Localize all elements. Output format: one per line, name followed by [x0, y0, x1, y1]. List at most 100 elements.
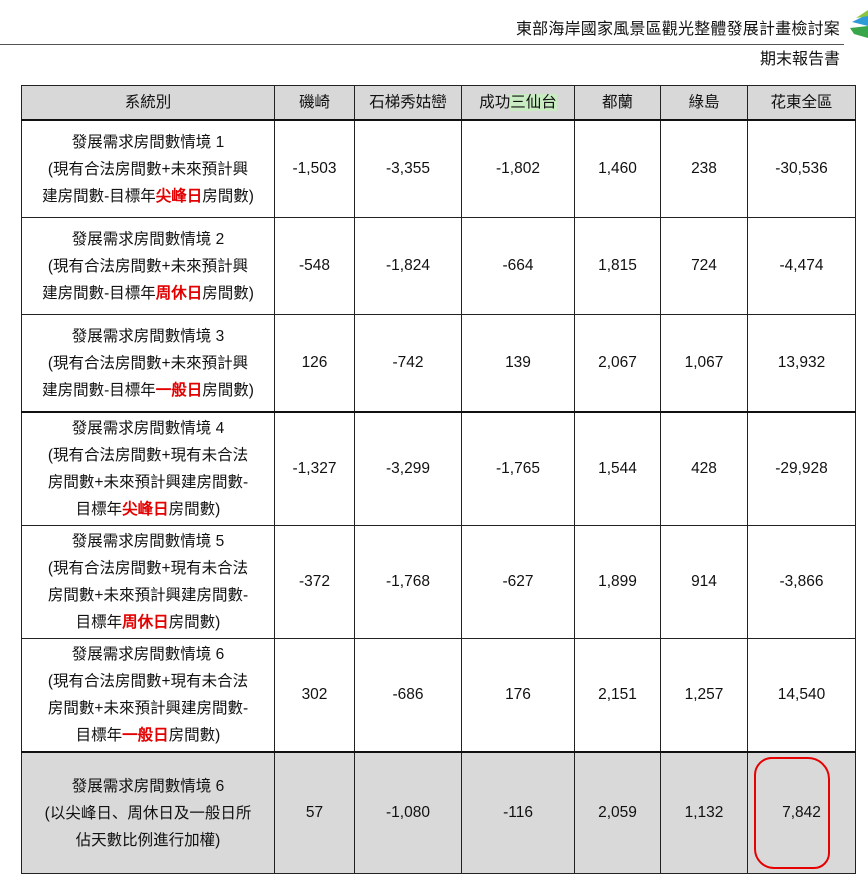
cell-value: -3,299	[354, 411, 462, 526]
table-row: 發展需求房間數情境 3 (現有合法房間數+未來預計興 建房間數-目標年一般日房間…	[21, 314, 856, 413]
document-title: 東部海岸國家風景區觀光整體發展計畫檢討案	[515, 21, 840, 38]
cell-value: 2,067	[574, 314, 661, 413]
scenario-text-post: 房間數)	[168, 501, 221, 518]
table-row-weighted: 發展需求房間數情境 6 (以尖峰日、周休日及一般日所 佔天數比例進行加權) 57…	[21, 751, 856, 874]
scenario-title: 發展需求房間數情境 5	[71, 533, 225, 550]
scenario-text-pre: 目標年	[75, 727, 123, 744]
scenario-text: 房間數+未來預計興建房間數-	[47, 587, 249, 604]
cell-value: -1,802	[461, 119, 575, 218]
cell-value: 1,132	[660, 751, 748, 874]
cell-value: 914	[660, 525, 748, 639]
cell-value: 14,540	[747, 638, 856, 753]
scenario-text: 建房間數-目標年尖峰日房間數)	[25, 183, 271, 210]
cell-value: -4,474	[747, 217, 856, 315]
cell-value: 2,059	[574, 751, 661, 874]
scenario-text-pre: 目標年	[75, 614, 123, 631]
scenario-text: 目標年周休日房間數)	[25, 609, 271, 636]
header-jiqi: 磯崎	[274, 85, 355, 121]
scenario-text-post: 房間數)	[168, 727, 221, 744]
scenario-title: 發展需求房間數情境 6	[71, 646, 225, 663]
cell-value: -742	[354, 314, 462, 413]
cell-value: 238	[660, 119, 748, 218]
cell-value: -1,824	[354, 217, 462, 315]
scenario-description: 發展需求房間數情境 3 (現有合法房間數+未來預計興 建房間數-目標年一般日房間…	[21, 314, 275, 413]
scenario-text-post: 房間數)	[202, 187, 254, 205]
cell-value: -1,327	[274, 411, 355, 526]
header-chenggong: 成功三仙台	[461, 85, 575, 121]
cell-value: 176	[461, 638, 575, 753]
scenario-text: (現有合法房間數+未來預計興	[47, 160, 249, 178]
scenario-highlight: 尖峰日	[155, 187, 203, 205]
scenario-text-pre: 建房間數-目標年	[42, 187, 156, 205]
cell-value: 139	[461, 314, 575, 413]
cell-value: -627	[461, 525, 575, 639]
scenario-text-post: 房間數)	[202, 284, 254, 302]
cell-value: 428	[660, 411, 748, 526]
scenario-text: (現有合法房間數+現有未合法	[47, 673, 249, 690]
scenario-text-pre: 建房間數-目標年	[42, 381, 156, 399]
cell-value-circled: 7,842	[747, 751, 856, 874]
scenario-highlight: 一般日	[155, 381, 203, 399]
scenario-title: 發展需求房間數情境 6	[71, 777, 225, 795]
scenario-text: (現有合法房間數+未來預計興	[47, 257, 249, 275]
cell-value: -1,765	[461, 411, 575, 526]
cell-value: -116	[461, 751, 575, 874]
scenario-text: 建房間數-目標年一般日房間數)	[25, 377, 271, 404]
scenario-title: 發展需求房間數情境 3	[71, 327, 225, 345]
scenario-description: 發展需求房間數情境 6 (以尖峰日、周休日及一般日所 佔天數比例進行加權)	[21, 751, 275, 874]
scenario-text: 房間數+未來預計興建房間數-	[47, 700, 249, 717]
cell-value: -3,355	[354, 119, 462, 218]
scenario-description: 發展需求房間數情境 6 (現有合法房間數+現有未合法 房間數+未來預計興建房間數…	[21, 638, 275, 753]
cell-value: 1,067	[660, 314, 748, 413]
cell-value: 302	[274, 638, 355, 753]
cell-value: -686	[354, 638, 462, 753]
scenario-highlight: 尖峰日	[122, 501, 169, 518]
scenario-title: 發展需求房間數情境 4	[71, 420, 225, 437]
scenario-text: (現有合法房間數+現有未合法	[47, 447, 249, 464]
scenario-text: 房間數+未來預計興建房間數-	[47, 474, 249, 491]
scenario-text: 目標年一般日房間數)	[25, 722, 271, 749]
cell-value: 1,544	[574, 411, 661, 526]
leaf-logo-icon	[850, 10, 868, 38]
cell-value: 1,899	[574, 525, 661, 639]
cell-value: 724	[660, 217, 748, 315]
scenario-description: 發展需求房間數情境 5 (現有合法房間數+現有未合法 房間數+未來預計興建房間數…	[21, 525, 275, 639]
scenario-text-post: 房間數)	[202, 381, 254, 399]
scenario-text: 佔天數比例進行加權)	[75, 831, 221, 849]
scenario-title: 發展需求房間數情境 2	[71, 230, 225, 248]
cell-value: 13,932	[747, 314, 856, 413]
cell-value: -1,503	[274, 119, 355, 218]
scenario-description: 發展需求房間數情境 2 (現有合法房間數+未來預計興 建房間數-目標年周休日房間…	[21, 217, 275, 315]
scenario-text: (現有合法房間數+未來預計興	[47, 354, 249, 372]
cell-value: 57	[274, 751, 355, 874]
table-row: 發展需求房間數情境 6 (現有合法房間數+現有未合法 房間數+未來預計興建房間數…	[21, 638, 856, 753]
scenario-text: (現有合法房間數+現有未合法	[47, 560, 249, 577]
scenario-description: 發展需求房間數情境 1 (現有合法房間數+未來預計興 建房間數-目標年尖峰日房間…	[21, 119, 275, 218]
header-all-region: 花東全區	[747, 85, 856, 121]
cell-value: 126	[274, 314, 355, 413]
scenario-highlight: 一般日	[122, 727, 169, 744]
header-chenggong-prefix: 成功	[479, 93, 511, 111]
cell-value: 1,257	[660, 638, 748, 753]
scenario-title: 發展需求房間數情境 1	[71, 133, 225, 151]
table-header-row: 系統別 磯崎 石梯秀姑巒 成功三仙台 都蘭 綠島 花東全區	[21, 85, 856, 121]
cell-value: -3,866	[747, 525, 856, 639]
cell-value: -1,768	[354, 525, 462, 639]
cell-value: 1,460	[574, 119, 661, 218]
circled-value: 7,842	[782, 804, 821, 821]
header-shiti: 石梯秀姑巒	[354, 85, 462, 121]
page-header: 東部海岸國家風景區觀光整體發展計畫檢討案 期末報告書	[0, 0, 868, 80]
cell-value: -1,080	[354, 751, 462, 874]
scenario-highlight: 周休日	[122, 614, 169, 631]
scenario-text: (以尖峰日、周休日及一般日所	[44, 804, 252, 822]
document-subtitle: 期末報告書	[759, 51, 840, 68]
header-dulan: 都蘭	[574, 85, 661, 121]
scenario-text: 目標年尖峰日房間數)	[25, 496, 271, 523]
header-divider	[0, 44, 844, 45]
header-category: 系統別	[21, 85, 275, 121]
cell-value: 2,151	[574, 638, 661, 753]
table-row: 發展需求房間數情境 5 (現有合法房間數+現有未合法 房間數+未來預計興建房間數…	[21, 525, 856, 639]
cell-value: 1,815	[574, 217, 661, 315]
cell-value: -548	[274, 217, 355, 315]
table-row: 發展需求房間數情境 1 (現有合法房間數+未來預計興 建房間數-目標年尖峰日房間…	[21, 119, 856, 218]
